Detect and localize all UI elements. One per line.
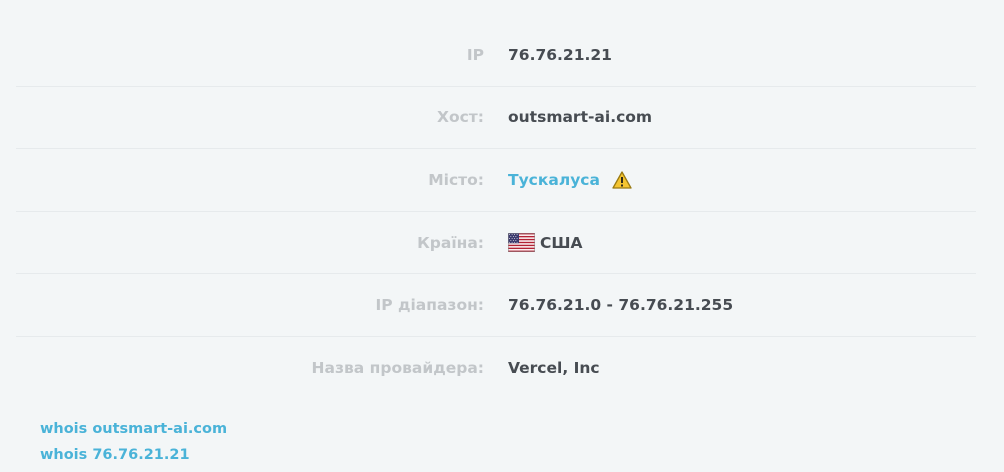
country-row: Країна: США xyxy=(16,212,976,275)
provider-row: Назва провайдера: Vercel, Inc xyxy=(16,337,976,400)
whois-ip-link[interactable]: whois 76.76.21.21 xyxy=(40,442,227,468)
ip-range-label: IP діапазон: xyxy=(375,296,484,315)
city-value: Тускалуса xyxy=(508,171,632,189)
whois-domain-link[interactable]: whois outsmart-ai.com xyxy=(40,416,227,442)
ip-value: 76.76.21.21 xyxy=(508,45,612,64)
country-label: Країна: xyxy=(417,233,484,252)
ip-label: IP xyxy=(466,45,484,64)
ip-range-row: IP діапазон: 76.76.21.0 - 76.76.21.255 xyxy=(16,274,976,337)
ip-row: IP 76.76.21.21 xyxy=(16,24,976,87)
city-row: Місто: Тускалуса xyxy=(16,149,976,212)
provider-value: Vercel, Inc xyxy=(508,359,600,378)
country-name: США xyxy=(540,233,583,252)
country-value: США xyxy=(508,233,583,253)
provider-label: Назва провайдера: xyxy=(311,359,484,378)
host-value: outsmart-ai.com xyxy=(508,108,653,127)
ip-range-value: 76.76.21.0 - 76.76.21.255 xyxy=(508,296,734,315)
city-link[interactable]: Тускалуса xyxy=(508,171,600,189)
host-label: Хост: xyxy=(437,108,484,127)
warning-icon[interactable] xyxy=(612,171,632,189)
us-flag-icon xyxy=(508,233,535,253)
host-row: Хост: outsmart-ai.com xyxy=(16,87,976,150)
city-label: Місто: xyxy=(428,170,484,189)
ip-info-table: IP 76.76.21.21 Хост: outsmart-ai.com Міс… xyxy=(16,24,976,400)
whois-links: whois outsmart-ai.com whois 76.76.21.21 xyxy=(40,416,227,468)
